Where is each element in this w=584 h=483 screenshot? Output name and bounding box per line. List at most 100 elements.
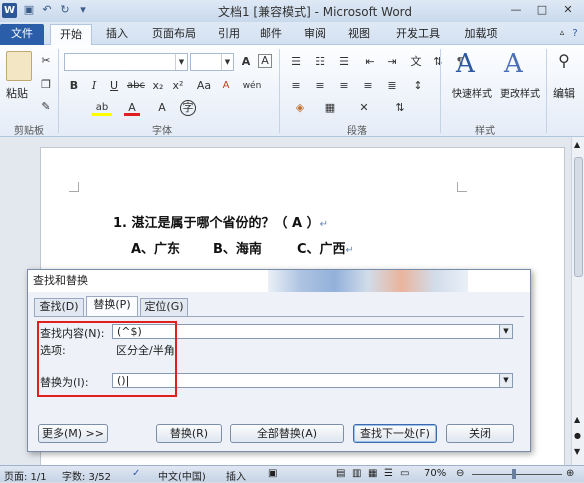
shrink-font-icon[interactable]: A (152, 100, 172, 116)
replace-history-dropdown-icon[interactable]: ▼ (499, 374, 512, 387)
browse-object-icon[interactable]: ● (574, 431, 581, 440)
increase-indent-icon[interactable]: ⇥ (384, 54, 400, 70)
quick-styles-icon[interactable]: A (456, 49, 482, 79)
macro-record-icon[interactable]: ▣ (268, 468, 277, 479)
font-color-icon[interactable]: A (124, 100, 140, 116)
zoom-out-icon[interactable]: ⊖ (456, 468, 464, 479)
phonetic-icon[interactable]: wén (240, 78, 264, 94)
word-count[interactable]: 字数: 3/52 (62, 468, 111, 483)
scroll-up-icon[interactable]: ▲ (574, 140, 580, 149)
outline-view-icon[interactable]: ☰ (384, 468, 393, 479)
editing-button[interactable]: 编辑 (553, 85, 575, 101)
find-history-dropdown-icon[interactable]: ▼ (499, 325, 512, 338)
vertical-scrollbar[interactable]: ▲ ▲ ● ▼ (571, 137, 584, 465)
tab-review[interactable]: 审阅 (300, 24, 330, 45)
underline-icon[interactable]: U (106, 78, 122, 94)
shading-icon[interactable]: ◈ (292, 100, 308, 116)
zoom-slider[interactable] (472, 474, 562, 475)
proofing-icon[interactable]: ✓ (132, 468, 140, 479)
change-styles-button[interactable]: 更改样式 (496, 85, 544, 100)
line-spacing-icon[interactable]: ↕ (410, 78, 426, 94)
replace-button[interactable]: 替换(R) (156, 424, 222, 443)
zoom-slider-thumb[interactable] (512, 469, 516, 479)
phonetic-guide-icon[interactable]: A (258, 54, 272, 68)
paste-button[interactable]: 粘贴 (6, 85, 28, 101)
tab-addins[interactable]: 加载项 (458, 24, 504, 45)
help-icon[interactable]: ? (569, 24, 581, 45)
para-sort-icon[interactable]: ⇅ (392, 100, 408, 116)
find-binoculars-icon[interactable]: ⚲ (555, 53, 573, 75)
sort-icon[interactable]: ⇅ (430, 54, 446, 70)
copy-icon[interactable]: ❐ (38, 77, 54, 93)
tab-page-layout[interactable]: 页面布局 (146, 24, 202, 45)
decrease-indent-icon[interactable]: ⇤ (362, 54, 378, 70)
change-styles-icon[interactable]: A (504, 49, 530, 79)
borders-icon[interactable]: ▦ (322, 100, 338, 116)
tab-mailings[interactable]: 邮件 (256, 24, 286, 45)
grow-font-icon[interactable]: A (238, 54, 254, 70)
align-center-icon[interactable]: ≡ (312, 78, 328, 94)
draft-view-icon[interactable]: ▭ (400, 468, 409, 479)
clear-format-icon[interactable]: A (218, 78, 234, 94)
change-case-icon[interactable]: Aa (194, 78, 214, 94)
window-controls: — □ ✕ (504, 2, 580, 18)
chinese-layout-icon[interactable]: ✕ (356, 100, 372, 116)
asian-layout-icon[interactable]: 文 (408, 54, 424, 70)
undo-icon[interactable]: ↶ (40, 3, 54, 17)
tab-replace[interactable]: 替换(P) (86, 296, 138, 317)
align-left-icon[interactable]: ≡ (288, 78, 304, 94)
zoom-level[interactable]: 70% (424, 468, 446, 479)
superscript-icon[interactable]: x² (170, 78, 186, 94)
ribbon-minimize-icon[interactable]: ▵ (556, 24, 568, 45)
quick-styles-button[interactable]: 快速样式 (448, 85, 496, 100)
bullets-icon[interactable]: ☰ (288, 54, 304, 70)
cut-icon[interactable]: ✂ (38, 53, 54, 69)
multilevel-icon[interactable]: ☰ (336, 54, 352, 70)
print-layout-view-icon[interactable]: ▤ (336, 468, 345, 479)
tab-view[interactable]: 视图 (344, 24, 374, 45)
minimize-icon[interactable]: — (504, 2, 528, 18)
close-window-icon[interactable]: ✕ (556, 2, 580, 18)
find-next-button[interactable]: 查找下一处(F) (353, 424, 437, 443)
format-painter-icon[interactable]: ✎ (38, 99, 54, 115)
highlight-icon[interactable]: ab (92, 100, 112, 116)
save-icon[interactable]: ▣ (22, 3, 36, 17)
prev-page-icon[interactable]: ▲ (574, 415, 580, 424)
tab-insert[interactable]: 插入 (100, 24, 134, 45)
numbering-icon[interactable]: ☷ (312, 54, 328, 70)
language-status[interactable]: 中文(中国) (158, 468, 206, 483)
strikethrough-icon[interactable]: abc (126, 78, 146, 94)
enclose-char-icon[interactable]: 字 (180, 100, 196, 116)
distribute-icon[interactable]: ≣ (384, 78, 400, 94)
subscript-icon[interactable]: x₂ (150, 78, 166, 94)
next-page-icon[interactable]: ▼ (574, 447, 580, 456)
tab-find[interactable]: 查找(D) (34, 298, 84, 316)
align-right-icon[interactable]: ≡ (336, 78, 352, 94)
close-button[interactable]: 关闭 (446, 424, 514, 443)
word-app-icon[interactable]: W (2, 3, 17, 18)
italic-icon[interactable]: I (86, 78, 102, 94)
web-layout-view-icon[interactable]: ▦ (368, 468, 377, 479)
paste-icon[interactable] (6, 51, 32, 81)
font-name-combo[interactable]: ▼ (64, 53, 188, 71)
highlight-box (37, 321, 177, 397)
tab-file[interactable]: 文件 (0, 24, 44, 45)
tab-goto[interactable]: 定位(G) (140, 298, 188, 316)
more-button[interactable]: 更多(M) >> (38, 424, 108, 443)
font-size-combo[interactable]: ▼ (190, 53, 234, 71)
full-screen-view-icon[interactable]: ▥ (352, 468, 361, 479)
redo-icon[interactable]: ↻ (58, 3, 72, 17)
bold-icon[interactable]: B (66, 78, 82, 94)
maximize-icon[interactable]: □ (530, 2, 554, 18)
paragraph-group-label: 段落 (347, 126, 367, 137)
tab-references[interactable]: 引用 (214, 24, 244, 45)
tab-home[interactable]: 开始 (50, 24, 92, 45)
customize-icon[interactable]: ▾ (76, 3, 90, 17)
insert-mode-status[interactable]: 插入 (226, 468, 246, 483)
page-count[interactable]: 页面: 1/1 (4, 468, 47, 483)
justify-icon[interactable]: ≡ (360, 78, 376, 94)
tab-developer[interactable]: 开发工具 (390, 24, 446, 45)
zoom-in-icon[interactable]: ⊕ (566, 468, 574, 479)
replace-all-button[interactable]: 全部替换(A) (230, 424, 344, 443)
scroll-thumb[interactable] (574, 157, 583, 277)
